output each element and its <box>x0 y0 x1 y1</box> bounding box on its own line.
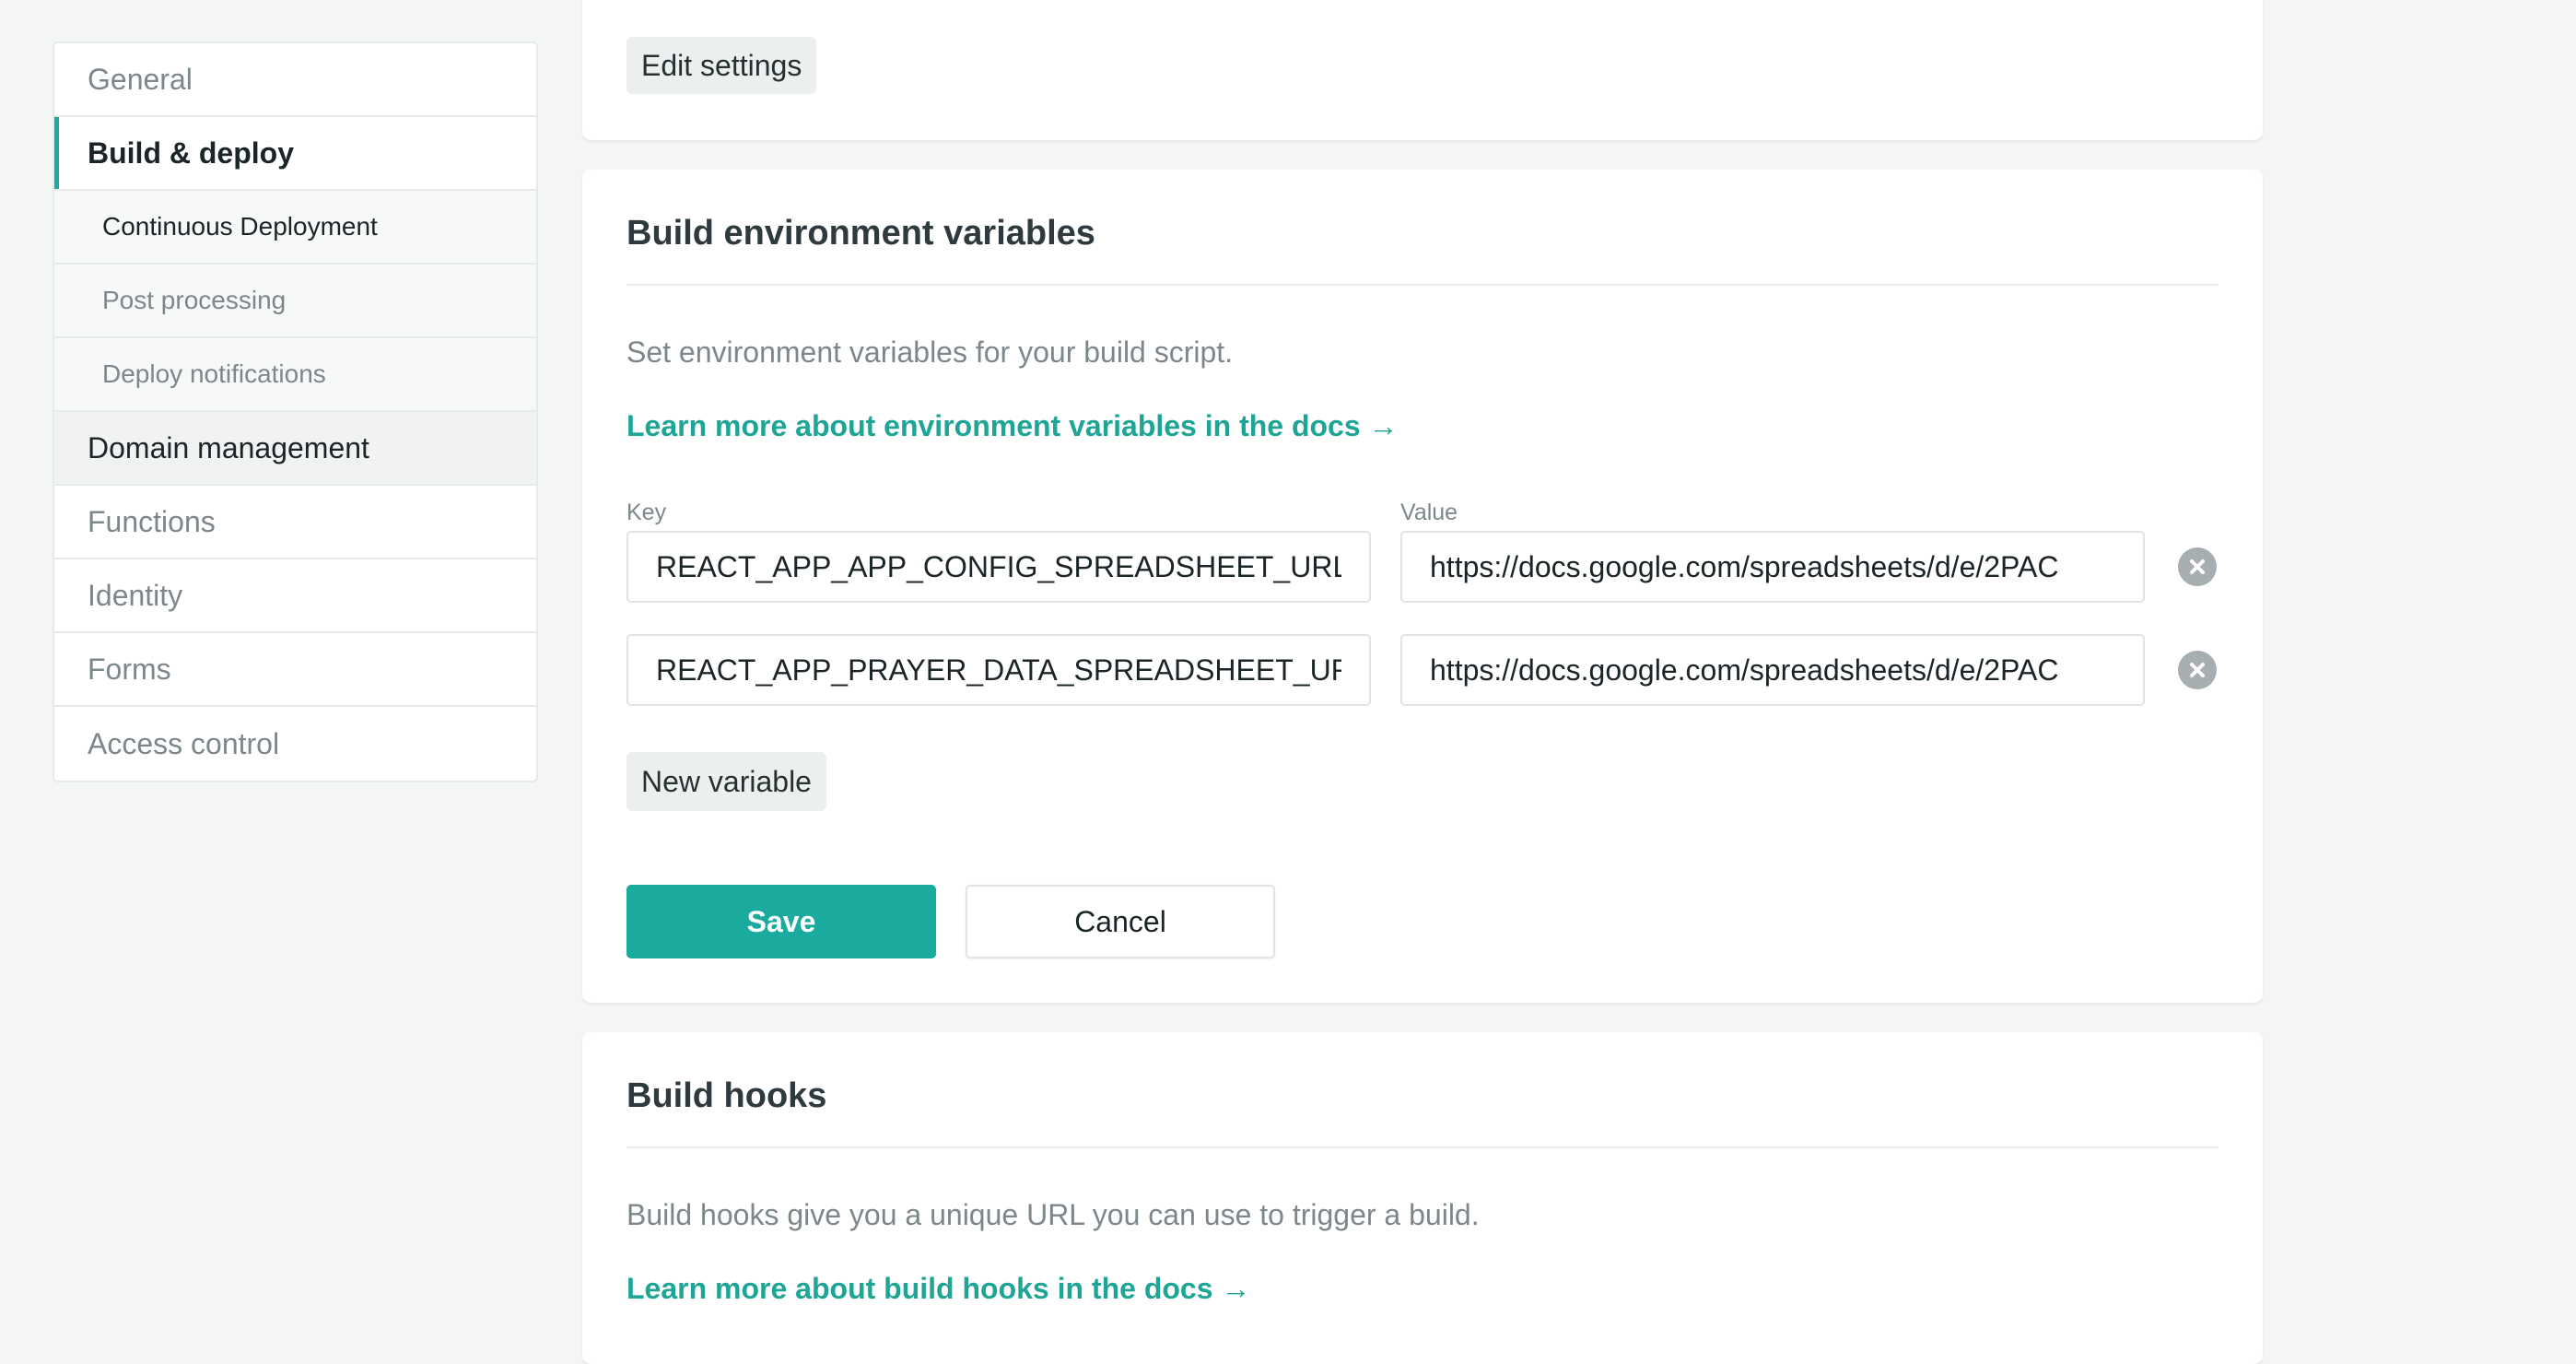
remove-variable-button-2[interactable] <box>2178 651 2217 689</box>
value-label: Value <box>1400 500 1458 525</box>
hooks-docs-link[interactable]: Learn more about build hooks in the docs… <box>626 1272 1250 1306</box>
env-value-input-1[interactable] <box>1400 531 2145 603</box>
sidebar-item-identity[interactable]: Identity <box>54 559 536 633</box>
sidebar-item-functions[interactable]: Functions <box>54 486 536 559</box>
settings-sidebar: General Build & deploy Continuous Deploy… <box>53 41 538 782</box>
build-environment-variables-card: Build environment variables Set environm… <box>582 170 2263 1003</box>
env-key-input-1[interactable] <box>626 531 1371 603</box>
sidebar-subitem-deploy-notifications[interactable]: Deploy notifications <box>54 338 536 412</box>
close-circle-icon <box>2190 663 2205 677</box>
save-button[interactable]: Save <box>626 885 936 958</box>
key-label: Key <box>626 500 667 525</box>
settings-card-top: Edit settings <box>582 0 2263 140</box>
remove-variable-button-1[interactable] <box>2178 547 2217 586</box>
sidebar-item-domain-management[interactable]: Domain management <box>54 412 536 486</box>
env-key-input-2[interactable] <box>626 634 1371 706</box>
build-hooks-card: Build hooks Build hooks give you a uniqu… <box>582 1032 2263 1364</box>
sidebar-subitem-post-processing[interactable]: Post processing <box>54 265 536 338</box>
env-docs-link[interactable]: Learn more about environment variables i… <box>626 409 1399 443</box>
sidebar-item-build-deploy[interactable]: Build & deploy <box>54 117 536 191</box>
card-divider <box>626 1146 2219 1148</box>
card-title: Build environment variables <box>626 214 1095 253</box>
new-variable-button[interactable]: New variable <box>626 752 826 811</box>
card-divider <box>626 284 2219 286</box>
cancel-button[interactable]: Cancel <box>966 885 1275 958</box>
sidebar-item-general[interactable]: General <box>54 43 536 117</box>
close-circle-icon <box>2190 559 2205 574</box>
card-description: Build hooks give you a unique URL you ca… <box>626 1198 1480 1231</box>
card-title: Build hooks <box>626 1076 827 1115</box>
edit-settings-button[interactable]: Edit settings <box>626 37 817 94</box>
card-description: Set environment variables for your build… <box>626 335 1234 369</box>
sidebar-item-access-control[interactable]: Access control <box>54 707 536 781</box>
env-value-input-2[interactable] <box>1400 634 2145 706</box>
sidebar-subitem-continuous-deployment[interactable]: Continuous Deployment <box>54 191 536 265</box>
sidebar-item-forms[interactable]: Forms <box>54 633 536 707</box>
